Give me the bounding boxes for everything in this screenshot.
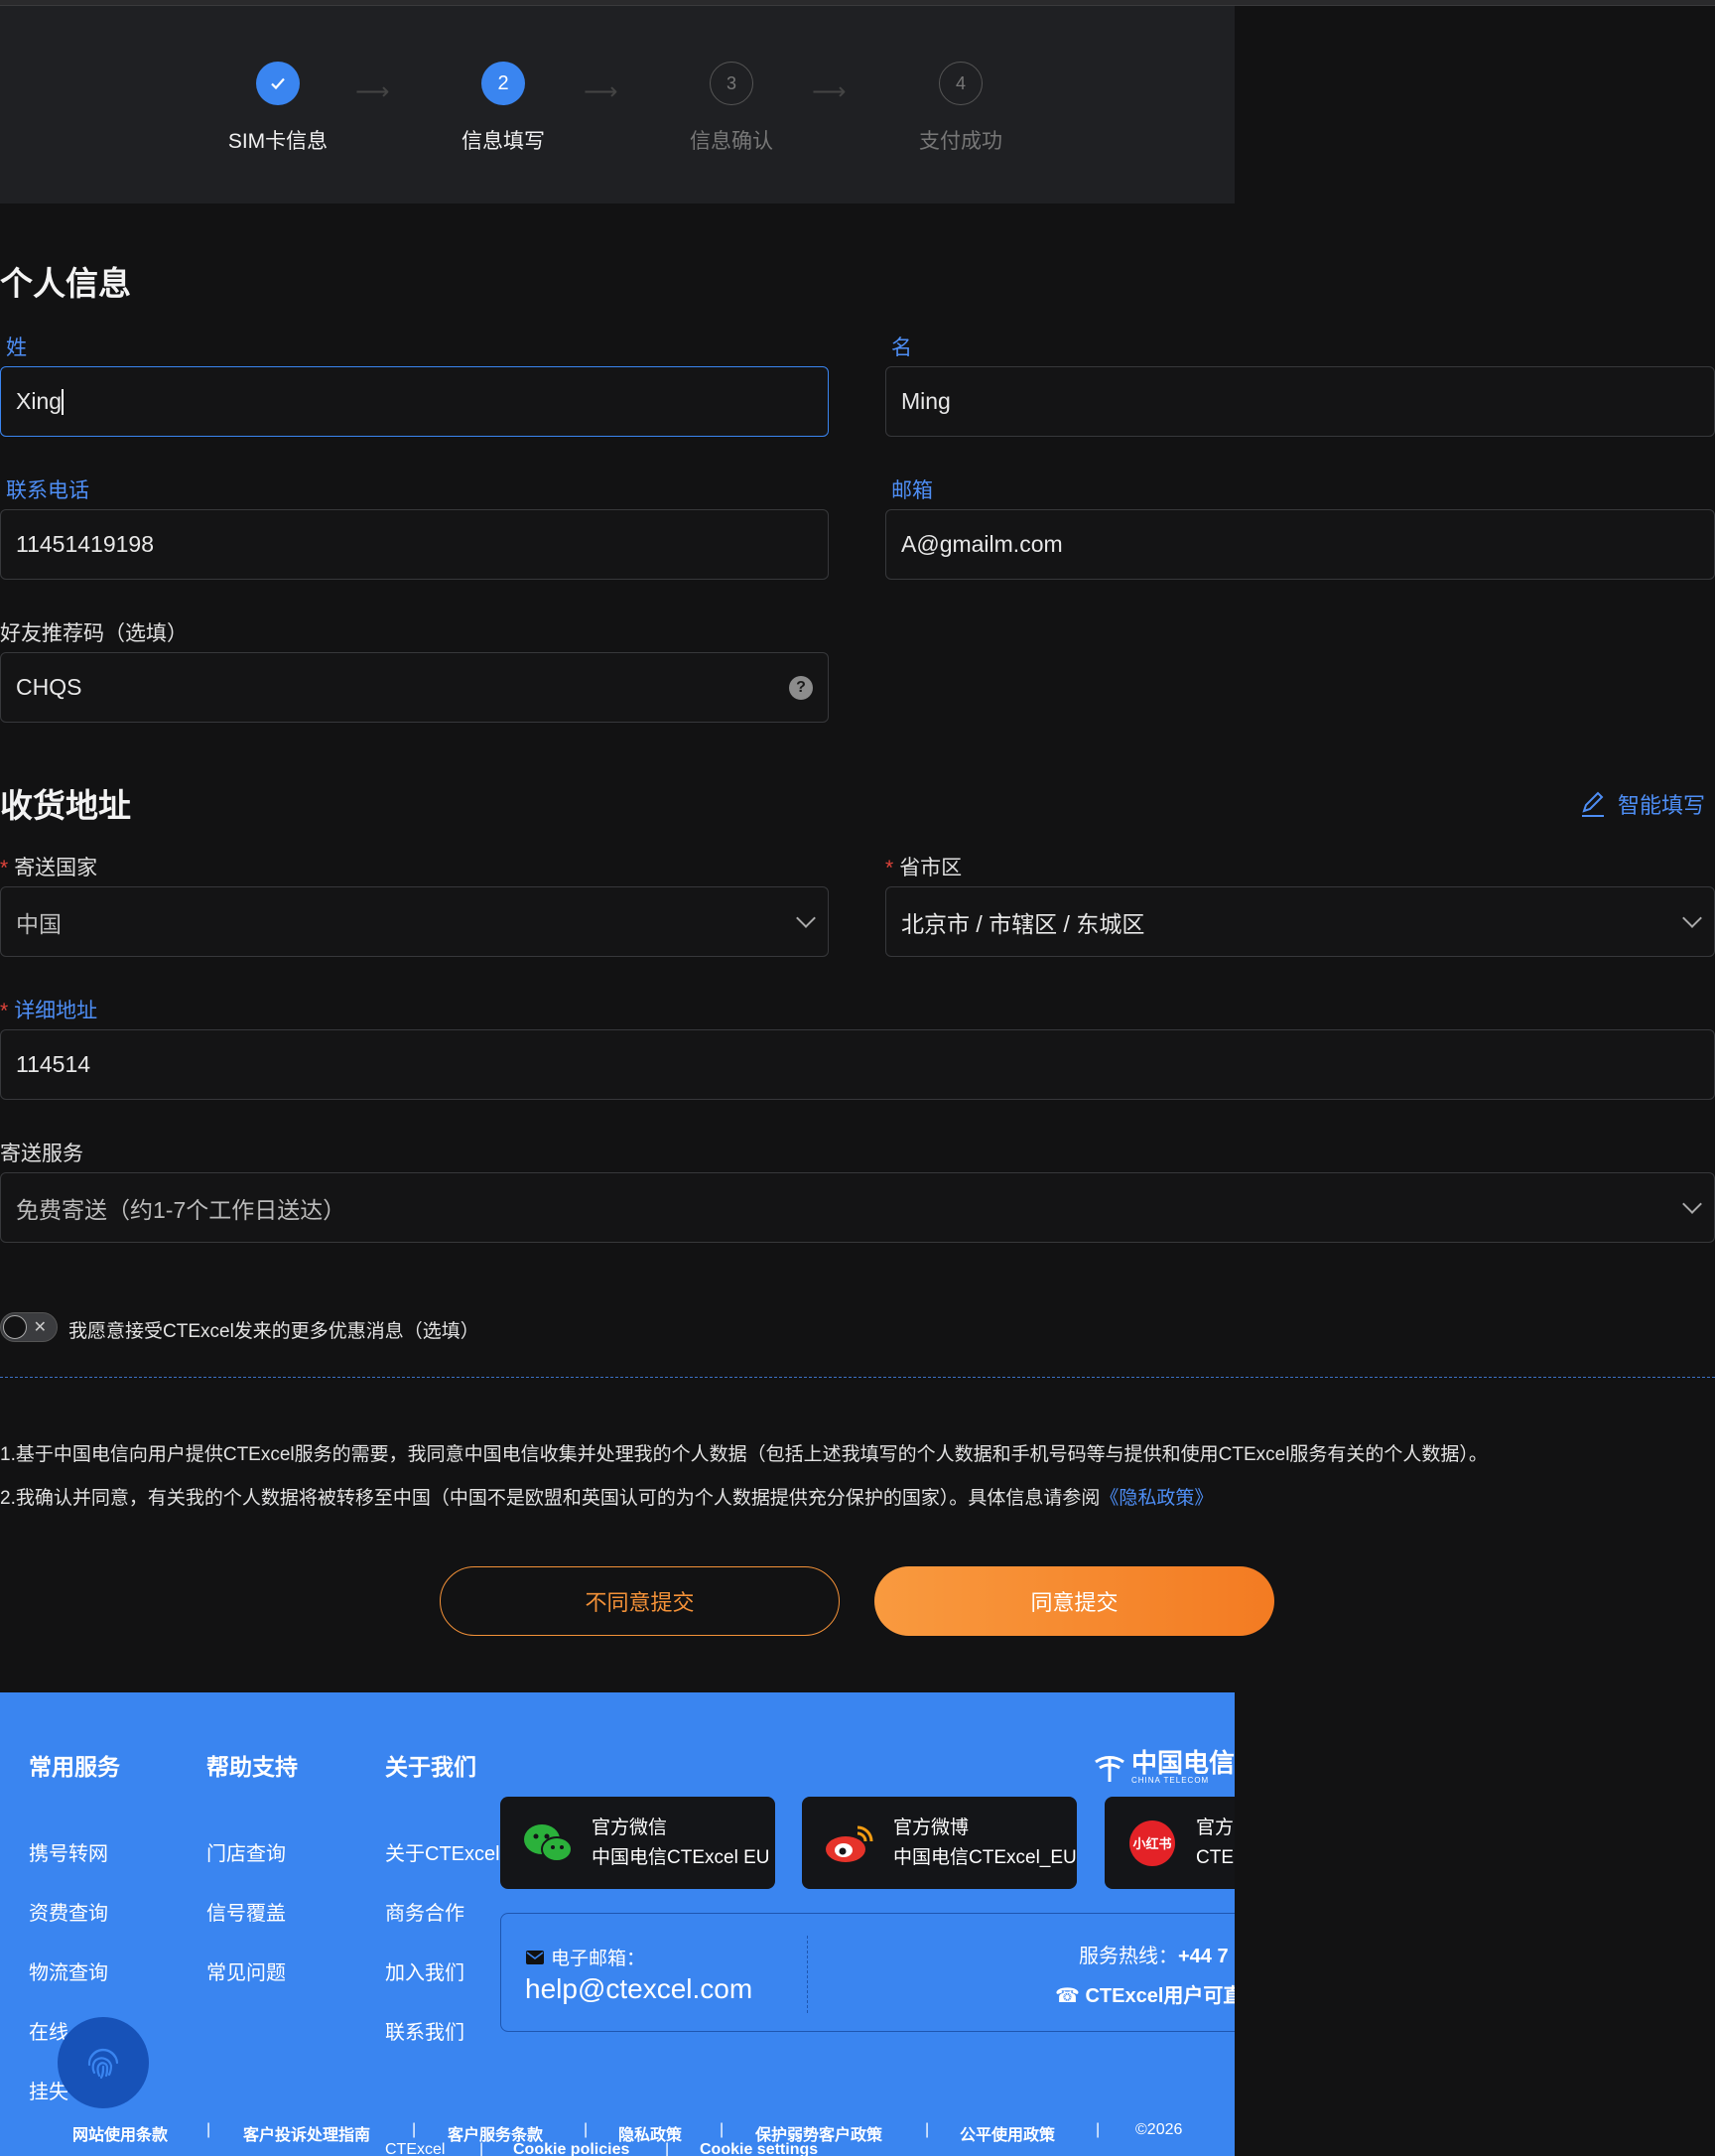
shipping-address-heading: 收货地址: [0, 787, 131, 824]
personal-info-heading: 个人信息: [0, 265, 131, 302]
step-label: 支付成功: [919, 130, 1002, 153]
referral-input[interactable]: CHQS ?: [0, 652, 829, 723]
step-payment-success: 4 支付成功: [891, 62, 1030, 155]
footer-link[interactable]: 常见问题: [206, 1956, 286, 1985]
footer-bottom-link[interactable]: Cookie settings: [700, 2141, 818, 2156]
footer-bottom-link[interactable]: 客户投诉处理指南: [243, 2121, 370, 2145]
copyright: ©2026: [1135, 2121, 1183, 2138]
footer-link[interactable]: 资费查询: [29, 1897, 108, 1926]
first-name-label: 名: [891, 337, 912, 359]
phone-icon: ☎: [1055, 1985, 1080, 2007]
footer-bottom-link[interactable]: Cookie policies: [513, 2141, 629, 2156]
hotline: 服务热线：+44 7: [1079, 1946, 1229, 1967]
footer-link[interactable]: 联系我们: [385, 2016, 464, 2045]
detail-address-label: * 详细地址: [0, 1000, 98, 1022]
chevron-down-icon: [1682, 907, 1702, 928]
china-telecom-logo: 中国电信 CHINA TELECOM: [1092, 1750, 1235, 1786]
xiaohongshu-card[interactable]: 小红书 官方 CTE: [1105, 1797, 1235, 1889]
footer: 常用服务 帮助支持 关于我们 携号转网 资费查询 物流查询 在线 挂失 门店查询…: [0, 1692, 1235, 2156]
step-label: 信息填写: [462, 130, 545, 153]
step-check-icon: [256, 62, 300, 105]
divider: [0, 1377, 1715, 1378]
last-name-input[interactable]: Xing: [0, 366, 829, 437]
weibo-card[interactable]: 官方微博 中国电信CTExcel_EU: [802, 1797, 1077, 1889]
chevron-down-icon: [796, 907, 816, 928]
phone-label: 联系电话: [6, 479, 89, 502]
step-sim-info: SIM卡信息: [208, 62, 347, 155]
marketing-toggle[interactable]: ✕: [0, 1312, 58, 1342]
hotline-note: ☎ CTExcel用户可直: [1055, 1985, 1235, 2007]
step-number: 2: [481, 62, 525, 105]
contact-divider: [807, 1936, 808, 2013]
email-label: 电子邮箱：: [525, 1944, 645, 1970]
step-arrow-icon: ⟶: [812, 78, 847, 105]
region-label: * 省市区: [885, 857, 963, 879]
fingerprint-icon: [87, 2048, 119, 2080]
fingerprint-button[interactable]: [58, 2017, 149, 2108]
step-number: 3: [710, 62, 753, 105]
agree-button[interactable]: 同意提交: [874, 1566, 1274, 1636]
footer-heading-help: 帮助支持: [206, 1754, 298, 1780]
disagree-button[interactable]: 不同意提交: [440, 1566, 840, 1636]
footer-bottom-link[interactable]: 公平使用政策: [960, 2121, 1055, 2145]
referral-label: 好友推荐码（选填）: [0, 622, 188, 645]
step-arrow-icon: ⟶: [355, 78, 390, 105]
step-label: 信息确认: [690, 130, 773, 153]
step-info-confirm: 3 信息确认: [662, 62, 801, 155]
smart-fill-button[interactable]: 智能填写: [1578, 788, 1705, 820]
footer-link[interactable]: 携号转网: [29, 1837, 108, 1866]
consent-line-2: 2.我确认并同意，有关我的个人数据将被转移至中国（中国不是欧盟和英国认可的为个人…: [0, 1488, 1214, 1509]
step-number: 4: [939, 62, 983, 105]
telecom-logo-icon: [1095, 1756, 1124, 1782]
footer-link[interactable]: 商务合作: [385, 1897, 464, 1926]
email-input[interactable]: A@gmailm.com: [885, 509, 1715, 580]
country-select[interactable]: 中国: [0, 886, 829, 957]
step-info-fill: 2 信息填写: [434, 62, 573, 155]
privacy-policy-link[interactable]: 《隐私政策》: [1100, 1488, 1213, 1509]
progress-steps: SIM卡信息 ⟶ 2 信息填写 ⟶ 3 信息确认 ⟶ 4 支付成功: [0, 6, 1235, 203]
support-email[interactable]: help@ctexcel.com: [525, 1973, 752, 2005]
wechat-card[interactable]: 官方微信 中国电信CTExcel EU: [500, 1797, 775, 1889]
phone-input[interactable]: 11451419198: [0, 509, 829, 580]
footer-link[interactable]: 信号覆盖: [206, 1897, 286, 1926]
last-name-label: 姓: [6, 337, 27, 359]
weibo-icon: [818, 1812, 881, 1875]
contact-box: 电子邮箱： help@ctexcel.com 服务热线：+44 7 ☎ CTEx…: [500, 1913, 1235, 2032]
step-label: SIM卡信息: [227, 130, 329, 153]
help-icon[interactable]: ?: [789, 675, 813, 700]
shipping-service-select[interactable]: 免费寄送（约1-7个工作日送达）: [0, 1172, 1715, 1243]
country-label: * 寄送国家: [0, 857, 98, 879]
footer-bottom-link[interactable]: 网站使用条款: [72, 2121, 168, 2145]
consent-line-1: 1.基于中国电信向用户提供CTExcel服务的需要，我同意中国电信收集并处理我的…: [0, 1444, 1488, 1465]
footer-heading-services: 常用服务: [29, 1754, 120, 1780]
footer-link[interactable]: 关于CTExcel: [385, 1837, 500, 1866]
detail-address-input[interactable]: 114514: [0, 1029, 1715, 1100]
footer-bottom-link[interactable]: CTExcel: [385, 2141, 445, 2156]
wechat-icon: [516, 1812, 580, 1875]
footer-link[interactable]: 物流查询: [29, 1956, 108, 1985]
toggle-knob: [3, 1315, 27, 1339]
footer-link[interactable]: 门店查询: [206, 1837, 286, 1866]
shipping-service-label: 寄送服务: [0, 1143, 83, 1165]
close-icon: ✕: [33, 1319, 47, 1336]
region-select[interactable]: 北京市 / 市辖区 / 东城区: [885, 886, 1715, 957]
step-arrow-icon: ⟶: [584, 78, 618, 105]
edit-icon: [1582, 791, 1604, 817]
footer-link[interactable]: 加入我们: [385, 1956, 464, 1985]
footer-heading-about: 关于我们: [385, 1754, 476, 1780]
email-label: 邮箱: [891, 479, 933, 502]
marketing-toggle-label: 我愿意接受CTExcel发来的更多优惠消息（选填）: [68, 1321, 479, 1342]
xiaohongshu-icon: 小红书: [1121, 1812, 1184, 1875]
chevron-down-icon: [1682, 1193, 1702, 1214]
mail-icon: [526, 1950, 544, 1964]
first-name-input[interactable]: Ming: [885, 366, 1715, 437]
